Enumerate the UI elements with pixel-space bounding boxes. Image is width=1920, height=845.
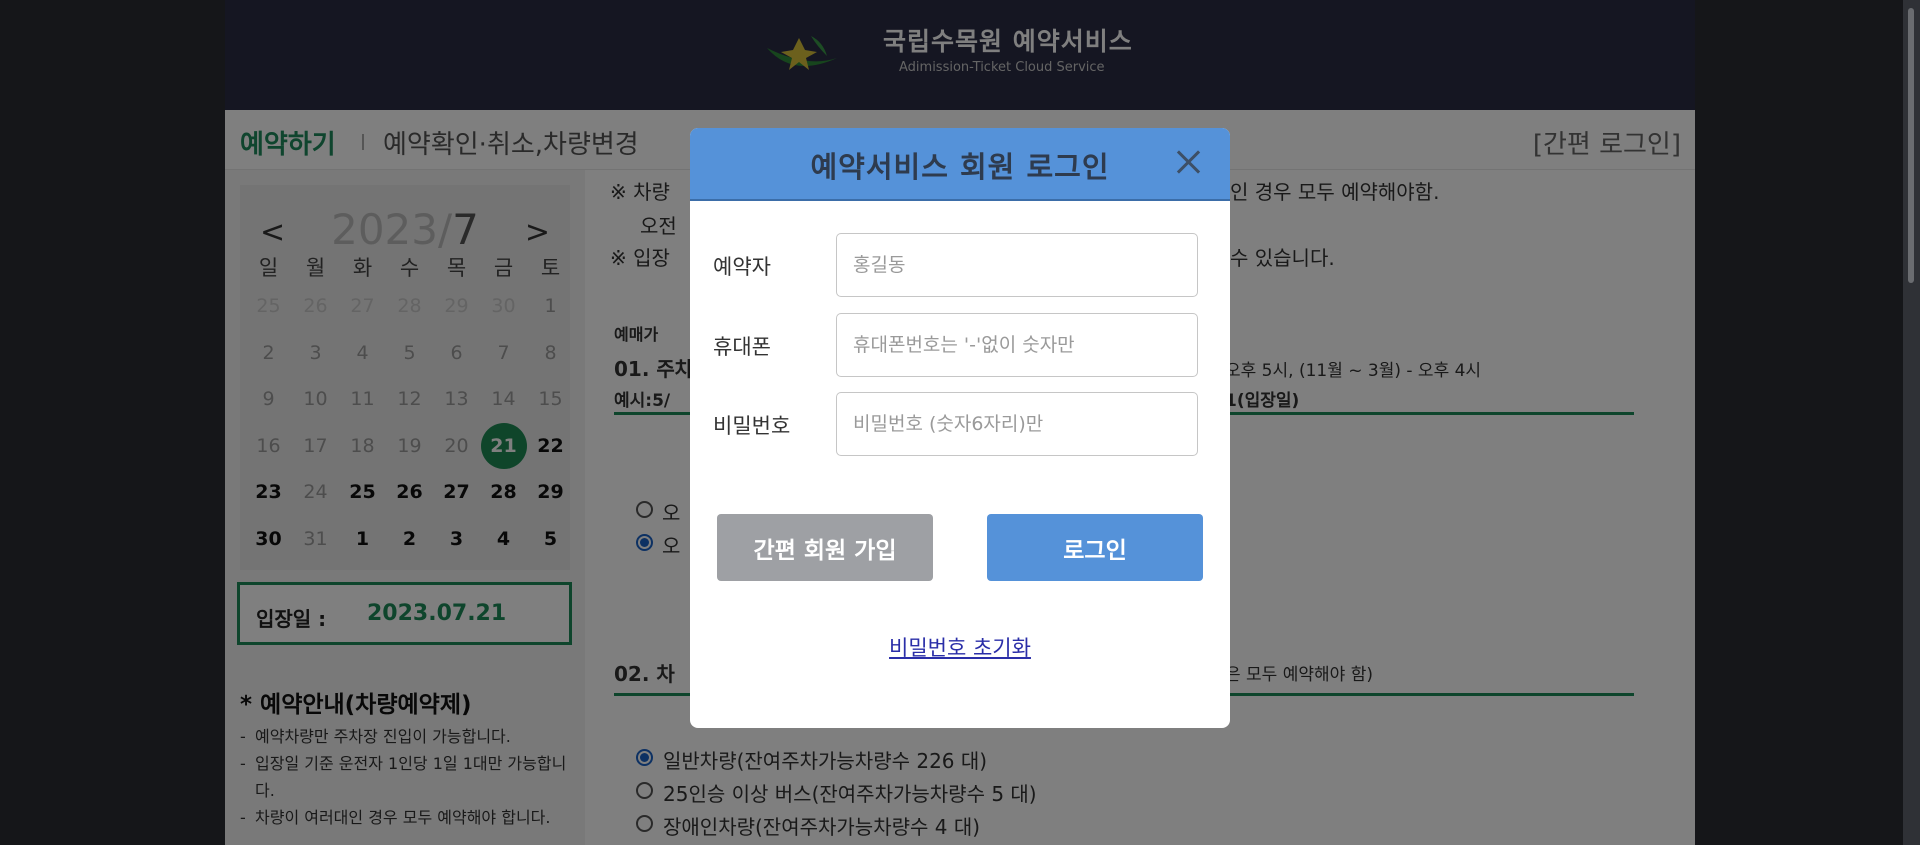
phone-input[interactable] (836, 313, 1198, 377)
phone-field-row: 휴대폰 (690, 313, 1230, 377)
password-reset-link[interactable]: 비밀번호 초기화 (889, 636, 1031, 660)
password-field-row: 비밀번호 (690, 392, 1230, 456)
login-modal: 예약서비스 회원 로그인 예약자 휴대폰 비밀번호 간편 회원 가입 로그인 비… (690, 128, 1230, 728)
page-scrollbar[interactable] (1903, 0, 1920, 845)
phone-field-label: 휴대폰 (713, 335, 771, 359)
name-field-label: 예약자 (713, 255, 771, 279)
login-modal-header: 예약서비스 회원 로그인 (690, 128, 1230, 201)
password-input[interactable] (836, 392, 1198, 456)
password-reset-row: 비밀번호 초기화 (690, 632, 1230, 662)
login-button[interactable]: 로그인 (987, 514, 1203, 581)
login-modal-title: 예약서비스 회원 로그인 (810, 150, 1110, 184)
signup-button[interactable]: 간편 회원 가입 (717, 514, 933, 581)
name-field-row: 예약자 (690, 233, 1230, 297)
close-icon[interactable] (1172, 146, 1204, 178)
name-input[interactable] (836, 233, 1198, 297)
scrollbar-thumb[interactable] (1908, 8, 1914, 283)
password-field-label: 비밀번호 (713, 414, 791, 438)
